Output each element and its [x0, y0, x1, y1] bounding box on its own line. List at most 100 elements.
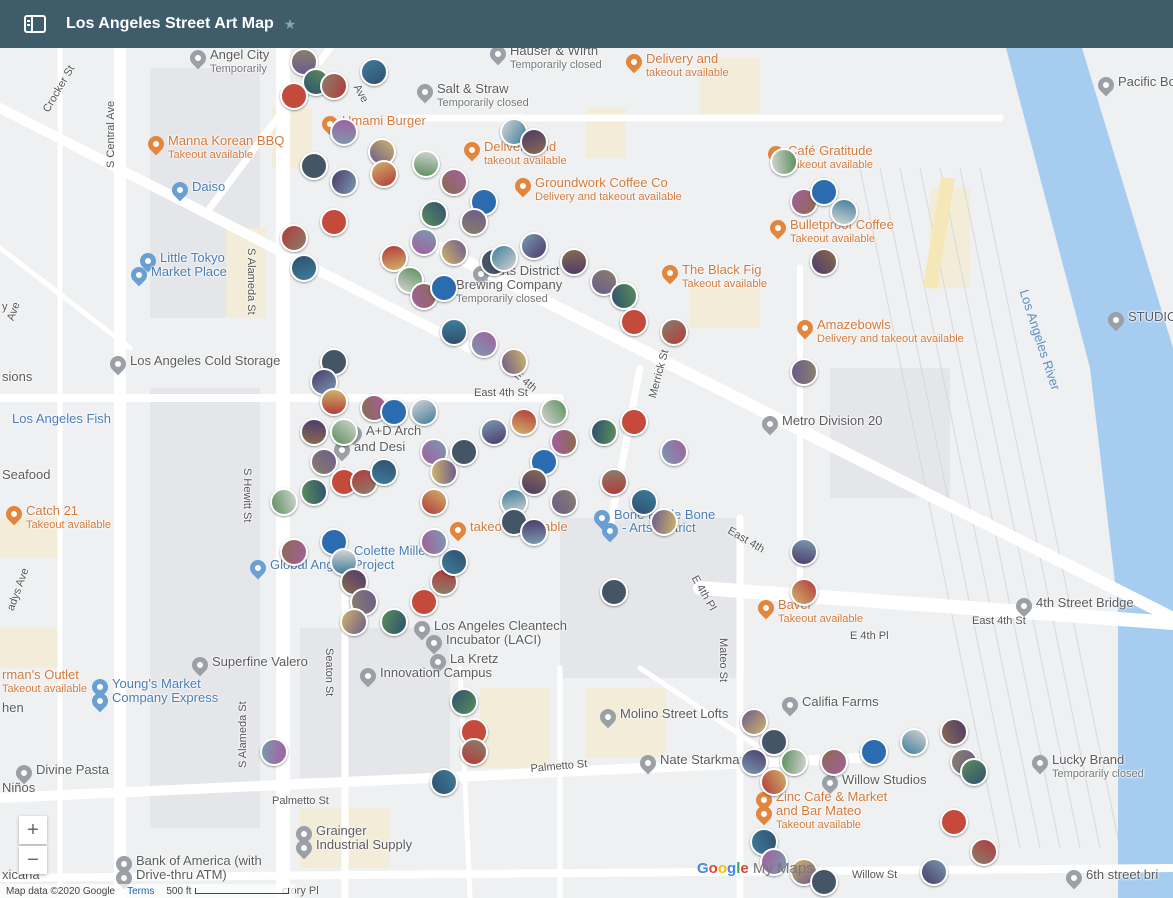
- street-art-photo-marker[interactable]: [260, 738, 288, 766]
- street-art-photo-marker[interactable]: [600, 578, 628, 606]
- poi-label[interactable]: Amazebowls Delivery and takeout available: [817, 318, 964, 346]
- poi-label[interactable]: Industrial Supply: [316, 838, 412, 852]
- poi-label[interactable]: sions: [2, 370, 32, 384]
- google-my-maps-logo[interactable]: Google My Maps: [697, 860, 814, 877]
- street-art-photo-marker[interactable]: [280, 538, 308, 566]
- street-art-photo-marker[interactable]: [520, 468, 548, 496]
- street-art-photo-marker[interactable]: [340, 608, 368, 636]
- poi-label[interactable]: Daiso: [192, 180, 225, 194]
- street-art-photo-marker[interactable]: [450, 438, 478, 466]
- poi-label[interactable]: rman's Outlet Takeout available: [2, 668, 87, 696]
- street-art-photo-marker[interactable]: [430, 768, 458, 796]
- street-art-photo-marker[interactable]: [440, 168, 468, 196]
- poi-label[interactable]: Little Tokyo: [160, 251, 225, 265]
- poi-label[interactable]: Groundwork Coffee Co Delivery and takeout…: [535, 176, 682, 204]
- street-art-photo-marker[interactable]: [510, 408, 538, 436]
- street-art-photo-marker[interactable]: [920, 858, 948, 886]
- street-art-photo-marker[interactable]: [790, 578, 818, 606]
- street-art-photo-marker[interactable]: [810, 248, 838, 276]
- street-art-photo-marker[interactable]: [460, 738, 488, 766]
- street-art-photo-marker[interactable]: [320, 72, 348, 100]
- zoom-out-button[interactable]: −: [19, 846, 47, 874]
- poi-label[interactable]: Company Express: [112, 691, 218, 705]
- street-art-photo-marker[interactable]: [450, 688, 478, 716]
- map-canvas[interactable]: Angel City Temporarily Hauser & Wirth Tempo…: [0, 48, 1173, 898]
- street-art-photo-marker[interactable]: [550, 488, 578, 516]
- street-art-photo-marker[interactable]: [960, 758, 988, 786]
- street-art-photo-marker[interactable]: [430, 274, 458, 302]
- poi-label[interactable]: 4th Street Bridge: [1036, 596, 1134, 610]
- street-art-photo-marker[interactable]: [300, 152, 328, 180]
- poi-label[interactable]: Zinc Cafe & Market: [776, 790, 887, 804]
- poi-label[interactable]: Hauser & Wirth Temporarily closed: [510, 48, 602, 72]
- street-art-photo-marker[interactable]: [900, 728, 928, 756]
- street-art-photo-marker[interactable]: [830, 198, 858, 226]
- poi-label[interactable]: Divine Pasta: [36, 763, 109, 777]
- street-art-photo-marker[interactable]: [660, 438, 688, 466]
- street-art-photo-marker[interactable]: [480, 418, 508, 446]
- street-art-photo-marker[interactable]: [410, 398, 438, 426]
- street-art-photo-marker[interactable]: [940, 808, 968, 836]
- poi-label[interactable]: Lucky Brand Temporarily closed: [1052, 753, 1144, 781]
- poi-label[interactable]: Los Angeles Cleantech: [434, 619, 567, 633]
- street-art-photo-marker[interactable]: [290, 254, 318, 282]
- poi-label[interactable]: Nate Starkman: [660, 753, 747, 767]
- street-art-photo-marker[interactable]: [860, 738, 888, 766]
- street-art-photo-marker[interactable]: [420, 488, 448, 516]
- street-art-photo-marker[interactable]: [460, 208, 488, 236]
- street-art-photo-marker[interactable]: [590, 418, 618, 446]
- street-art-photo-marker[interactable]: [330, 168, 358, 196]
- poi-label[interactable]: Young's Market: [112, 677, 201, 691]
- street-art-photo-marker[interactable]: [370, 458, 398, 486]
- poi-label[interactable]: Bavel Takeout available: [778, 598, 863, 626]
- street-art-photo-marker[interactable]: [300, 418, 328, 446]
- street-art-photo-marker[interactable]: [520, 128, 548, 156]
- poi-label[interactable]: Seafood: [2, 468, 50, 482]
- street-art-photo-marker[interactable]: [820, 748, 848, 776]
- street-art-photo-marker[interactable]: [520, 518, 548, 546]
- poi-label[interactable]: Grainger: [316, 824, 367, 838]
- poi-label[interactable]: Brewing Company Temporarily closed: [456, 278, 562, 306]
- poi-label[interactable]: Innovation Campus: [380, 666, 492, 680]
- poi-label[interactable]: La Kretz: [450, 652, 498, 666]
- street-art-photo-marker[interactable]: [620, 408, 648, 436]
- street-art-photo-marker[interactable]: [380, 608, 408, 636]
- poi-label[interactable]: Catch 21 Takeout available: [26, 504, 111, 532]
- poi-label[interactable]: Bank of America (with: [136, 854, 262, 868]
- street-art-photo-marker[interactable]: [280, 82, 308, 110]
- poi-label[interactable]: Café Gratitude Takeout available: [788, 144, 873, 172]
- poi-label[interactable]: Market Place: [151, 265, 227, 279]
- poi-label[interactable]: Los Angeles Fish: [12, 412, 111, 426]
- street-art-photo-marker[interactable]: [330, 418, 358, 446]
- poi-label[interactable]: 6th street bri: [1086, 868, 1158, 882]
- street-art-photo-marker[interactable]: [300, 478, 328, 506]
- poi-label[interactable]: Molino Street Lofts: [620, 707, 728, 721]
- street-art-photo-marker[interactable]: [360, 58, 388, 86]
- star-icon[interactable]: ★: [284, 16, 297, 33]
- street-art-photo-marker[interactable]: [790, 538, 818, 566]
- sidebar-toggle-icon[interactable]: [24, 15, 46, 33]
- street-art-photo-marker[interactable]: [540, 398, 568, 426]
- street-art-photo-marker[interactable]: [280, 224, 308, 252]
- street-art-photo-marker[interactable]: [320, 208, 348, 236]
- street-art-photo-marker[interactable]: [650, 508, 678, 536]
- street-art-photo-marker[interactable]: [320, 388, 348, 416]
- street-art-photo-marker[interactable]: [440, 548, 468, 576]
- poi-label[interactable]: Incubator (LACI): [446, 633, 541, 647]
- street-art-photo-marker[interactable]: [370, 160, 398, 188]
- poi-label[interactable]: Los Angeles Cold Storage: [130, 354, 280, 368]
- street-art-photo-marker[interactable]: [490, 244, 518, 272]
- poi-label[interactable]: The Black Fig Takeout available: [682, 263, 767, 291]
- poi-label[interactable]: Metro Division 20: [782, 414, 882, 428]
- poi-label[interactable]: and Desi: [354, 440, 405, 454]
- street-art-photo-marker[interactable]: [440, 238, 468, 266]
- street-art-photo-marker[interactable]: [412, 150, 440, 178]
- poi-label[interactable]: Salt & Straw Temporarily closed: [437, 82, 529, 110]
- poi-label[interactable]: Willow Studios: [842, 773, 927, 787]
- street-art-photo-marker[interactable]: [790, 358, 818, 386]
- street-art-photo-marker[interactable]: [330, 118, 358, 146]
- terms-link[interactable]: Terms: [127, 886, 154, 897]
- street-art-photo-marker[interactable]: [500, 348, 528, 376]
- poi-label[interactable]: A+D Arch: [366, 424, 421, 438]
- poi-label[interactable]: Superfine Valero: [212, 655, 308, 669]
